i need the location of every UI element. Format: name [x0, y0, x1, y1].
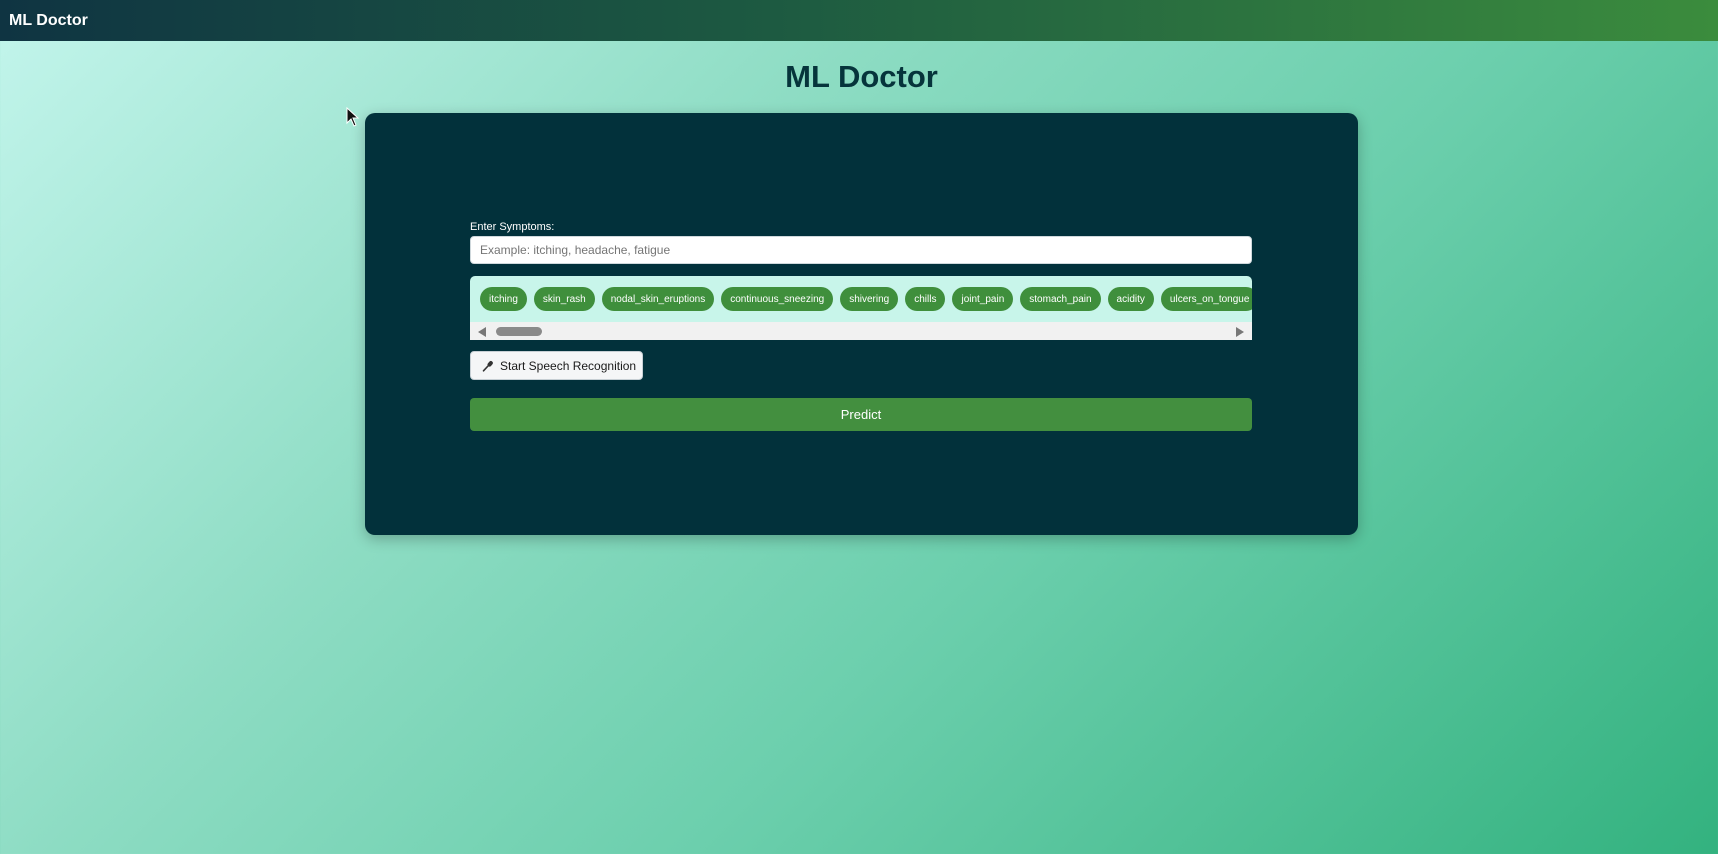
symptom-chip[interactable]: itching	[480, 287, 527, 311]
scroll-left-arrow-icon[interactable]	[478, 327, 486, 337]
microphone-icon	[482, 360, 493, 372]
symptom-chip[interactable]: skin_rash	[533, 287, 595, 311]
mouse-cursor-icon	[346, 107, 360, 127]
scroll-right-arrow-icon[interactable]	[1236, 327, 1244, 337]
symptom-chip[interactable]: stomach_pain	[1020, 287, 1101, 311]
symptom-chips-container[interactable]: itching skin_rash nodal_skin_eruptions c…	[470, 276, 1252, 340]
symptom-chip[interactable]: joint_pain	[952, 287, 1014, 311]
navbar: ML Doctor	[0, 0, 1718, 41]
symptom-chip[interactable]: shivering	[840, 287, 899, 311]
symptom-chip[interactable]: continuous_sneezing	[721, 287, 834, 311]
horizontal-scrollbar[interactable]	[470, 322, 1252, 340]
symptom-input[interactable]	[470, 236, 1252, 264]
symptom-chips-row: itching skin_rash nodal_skin_eruptions c…	[470, 287, 1252, 311]
symptom-chip[interactable]: nodal_skin_eruptions	[601, 287, 715, 311]
page-title: ML Doctor	[785, 59, 938, 94]
symptom-chip[interactable]: ulcers_on_tongue	[1160, 287, 1252, 311]
start-speech-recognition-button[interactable]: Start Speech Recognition	[470, 351, 643, 380]
navbar-brand[interactable]: ML Doctor	[9, 12, 88, 30]
scrollbar-thumb[interactable]	[496, 327, 542, 336]
symptom-label: Enter Symptoms:	[470, 221, 555, 233]
symptom-chip[interactable]: chills	[905, 287, 946, 311]
predict-button[interactable]: Predict	[470, 398, 1252, 431]
speech-button-label: Start Speech Recognition	[500, 358, 637, 373]
symptom-chip[interactable]: acidity	[1107, 287, 1154, 311]
